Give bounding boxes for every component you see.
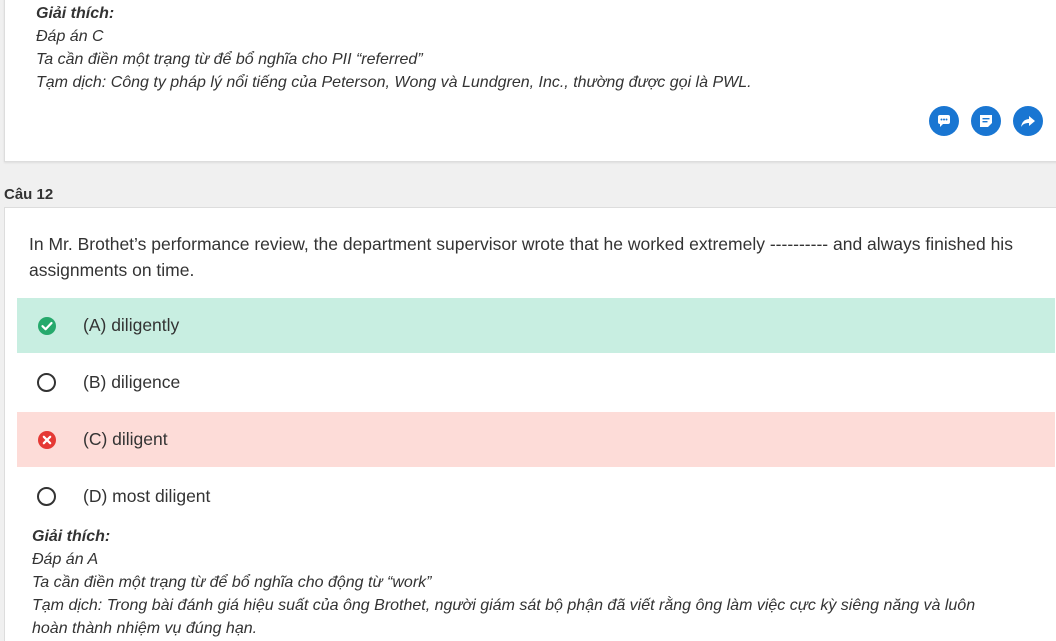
explanation-reason: Ta cần điền một trạng từ để bổ nghĩa cho… [36,51,423,68]
option-c[interactable]: (C) diligent [17,412,1055,467]
note-button[interactable] [971,106,1001,136]
question-stem: In Mr. Brothet’s performance review, the… [29,234,1013,280]
option-a[interactable]: (A) diligently [17,298,1055,353]
option-b[interactable]: (B) diligence [17,355,1055,410]
note-icon [980,115,992,127]
explanation-translation: Tạm dịch: Công ty pháp lý nổi tiếng của … [36,74,752,91]
comment-button[interactable] [929,106,959,136]
share-icon [1021,116,1035,127]
explanation-translation-line2: hoàn thành nhiệm vụ đúng hạn. [32,620,258,637]
option-c-label: (C) diligent [83,429,168,449]
explanation-translation-line1: Tạm dịch: Trong bài đánh giá hiệu suất c… [32,597,976,614]
explanation-reason: Ta cần điền một trạng từ để bổ nghĩa cho… [32,574,432,591]
question-number: Câu 12 [4,186,54,203]
explanation-answer: Đáp án C [36,28,104,45]
previous-question-card: Giải thích: Đáp án C Ta cần điền một trạ… [4,0,1056,162]
correct-check-icon [37,316,57,336]
explanation-title: Giải thích: [32,528,111,545]
option-d-label: (D) most diligent [83,486,211,506]
comment-icon [938,115,950,127]
question-card: In Mr. Brothet’s performance review, the… [4,207,1056,641]
radio-empty-icon [37,373,57,393]
previous-explanation: Giải thích: Đáp án C Ta cần điền một trạ… [36,2,752,94]
question-explanation: Giải thích: Đáp án A Ta cần điền một trạ… [32,525,975,640]
explanation-answer: Đáp án A [32,551,99,568]
option-d[interactable]: (D) most diligent [17,469,1055,524]
option-b-label: (B) diligence [83,372,181,392]
option-a-label: (A) diligently [83,315,180,335]
action-buttons [929,106,1043,136]
share-button[interactable] [1013,106,1043,136]
wrong-x-icon [37,430,57,450]
explanation-title: Giải thích: [36,5,115,22]
radio-empty-icon [37,487,57,507]
